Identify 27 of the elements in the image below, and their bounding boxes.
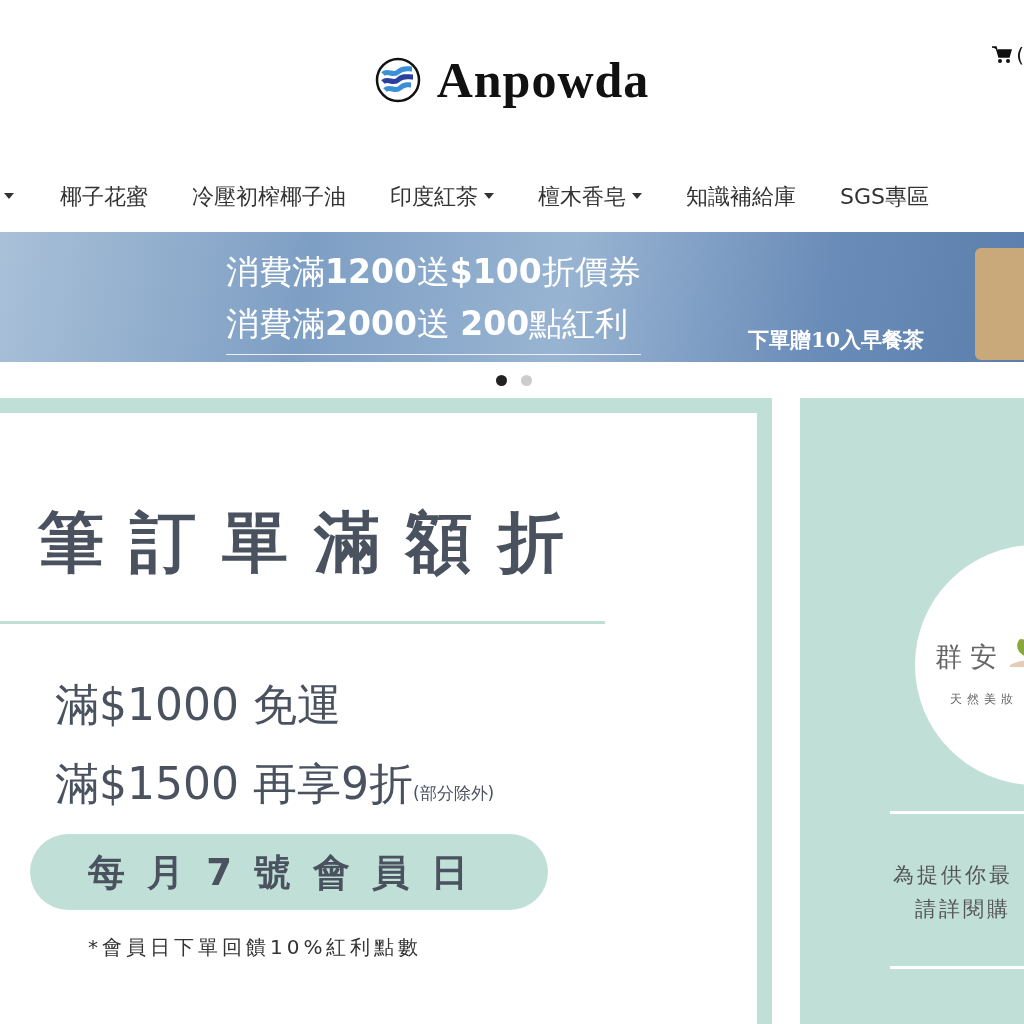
- site-logo[interactable]: Anpowda: [374, 42, 650, 118]
- notice-text: 為提供你最: [893, 862, 1013, 889]
- waves-logo-icon: [374, 57, 421, 103]
- brand-slogan: 天然美妝: [950, 691, 1018, 708]
- nav-link[interactable]: 印度紅茶: [390, 179, 478, 213]
- notice-text: 請詳閱購: [914, 896, 1012, 923]
- banner-text: 消費滿2000送 200點紅利: [226, 303, 630, 345]
- offer-text: 滿$1500 再享9折(部分除外): [54, 757, 496, 812]
- cart-count[interactable]: (: [1016, 40, 1024, 70]
- nav-link[interactable]: SGS專區: [840, 179, 929, 213]
- caret-icon[interactable]: [632, 193, 642, 199]
- gift-text: 下單贈10入早餐茶: [748, 326, 925, 354]
- offer-text: 滿$1000 免運: [54, 678, 342, 732]
- caret-icon[interactable]: [4, 193, 14, 199]
- caret-icon[interactable]: [484, 193, 494, 199]
- footnote: *會員日下單回饋10%紅利點數: [88, 934, 424, 962]
- nav-link[interactable]: 冷壓初榨椰子油: [192, 179, 346, 213]
- nav-link[interactable]: 知識補給庫: [686, 179, 796, 213]
- cart-icon[interactable]: [992, 46, 1013, 64]
- carousel-indicator[interactable]: [496, 374, 507, 386]
- nav-link[interactable]: 檀木香皂: [538, 179, 626, 213]
- promo-banner[interactable]: 消費滿1200送$100折價券 消費滿2000送 200點紅利 下單贈10入早餐茶: [0, 232, 1024, 362]
- banner-text: 消費滿1200送$100折價券: [226, 251, 641, 293]
- member-day-banner: 每月7號會員日: [30, 834, 548, 911]
- brand-logo-text: 群安: [935, 640, 1005, 674]
- nav-link[interactable]: 椰子花蜜: [60, 179, 148, 213]
- promo-headline: 筆訂單滿額折: [36, 503, 591, 583]
